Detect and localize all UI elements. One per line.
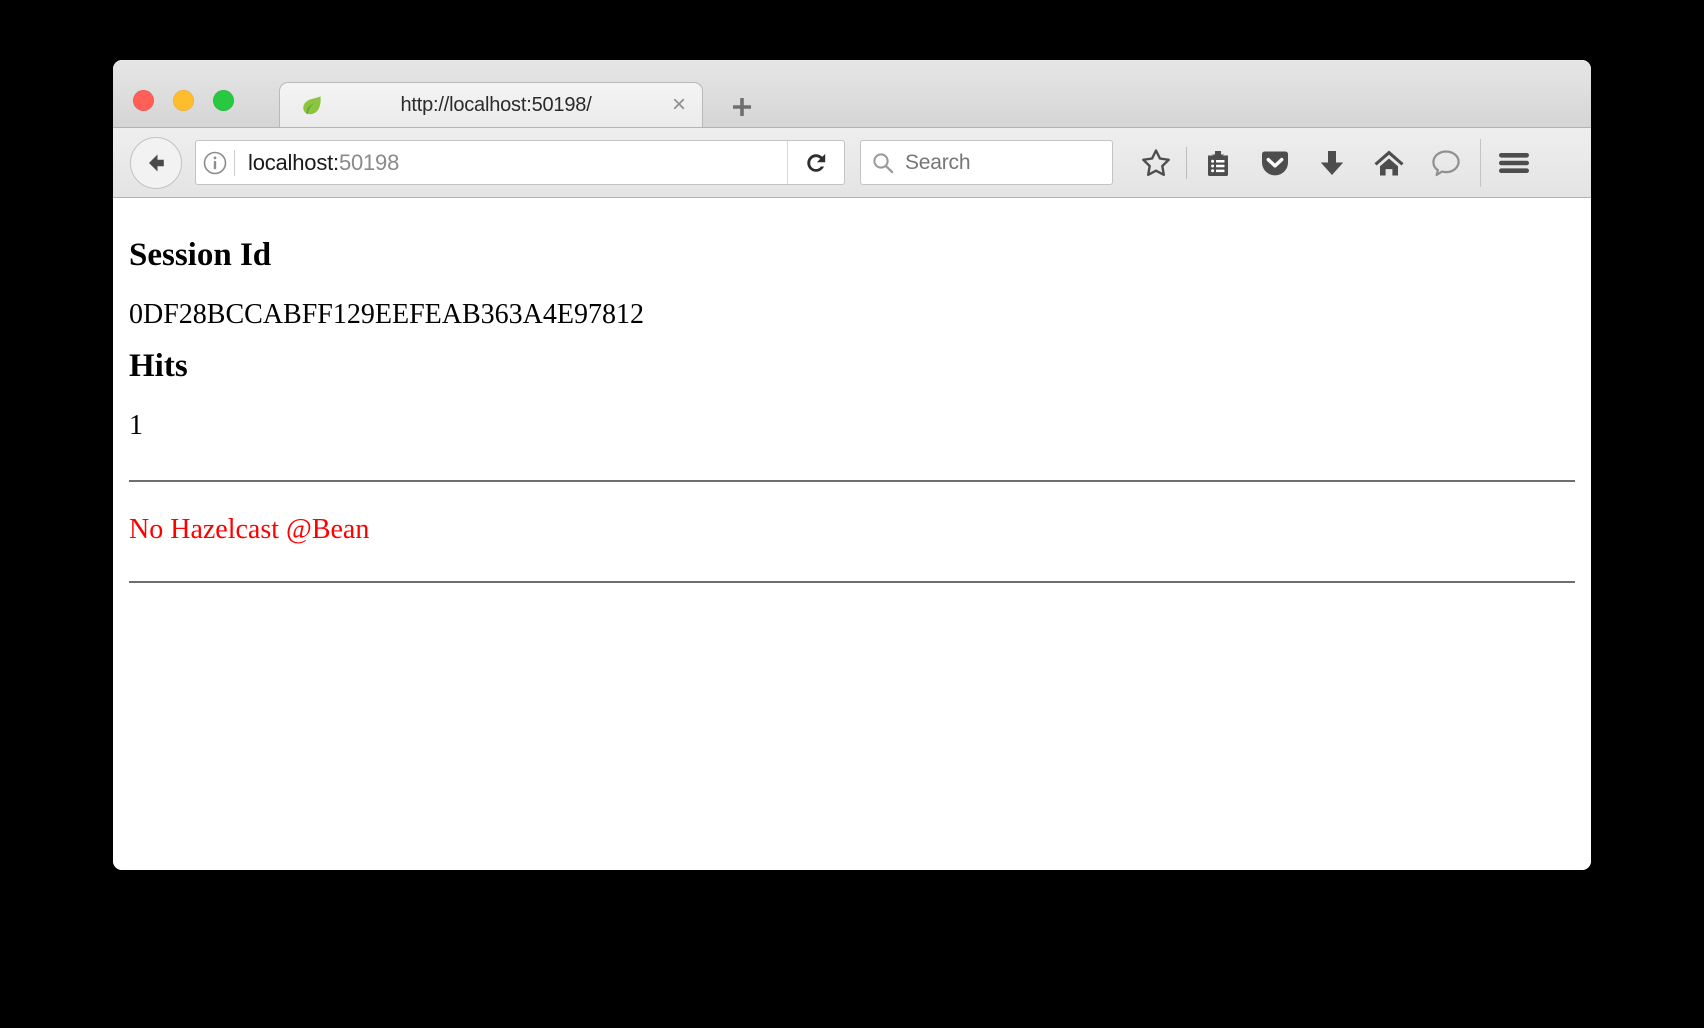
url-host: localhost:: [248, 149, 339, 175]
tab-title: http://localhost:50198/: [400, 93, 592, 116]
reload-button[interactable]: [787, 141, 844, 184]
page-content: Session Id 0DF28BCCABFF129EEFEAB363A4E97…: [113, 198, 1591, 870]
navigation-toolbar: localhost:50198 Search: [113, 128, 1591, 198]
new-tab-button[interactable]: [727, 92, 757, 122]
divider-lower: [129, 581, 1575, 583]
sync-chat-icon[interactable]: [1417, 137, 1474, 189]
reading-list-icon[interactable]: [1189, 137, 1246, 189]
search-input[interactable]: Search: [905, 151, 971, 175]
session-id-value: 0DF28BCCABFF129EEFEAB363A4E97812: [129, 299, 644, 330]
url-port: 50198: [338, 149, 400, 175]
toolbar-divider: [1186, 146, 1187, 179]
pocket-icon[interactable]: [1246, 137, 1303, 189]
toolbar-icon-group: [1127, 137, 1542, 189]
home-icon[interactable]: [1360, 137, 1417, 189]
info-circle-icon[interactable]: [196, 150, 234, 176]
tab-close-icon[interactable]: ×: [666, 92, 692, 118]
hamburger-menu-icon[interactable]: [1485, 137, 1542, 189]
window-zoom-button[interactable]: [213, 90, 234, 111]
back-button[interactable]: [130, 136, 182, 189]
session-id-heading: Session Id: [129, 237, 272, 273]
browser-tab[interactable]: http://localhost:50198/ ×: [279, 82, 703, 127]
spring-leaf-icon: [300, 93, 324, 117]
hits-value: 1: [129, 410, 143, 441]
window-close-button[interactable]: [133, 90, 154, 111]
window-minimize-button[interactable]: [173, 90, 194, 111]
toolbar-menu-divider: [1480, 138, 1481, 187]
browser-window: http://localhost:50198/ × localhost:5019…: [113, 60, 1591, 870]
page-body: Session Id 0DF28BCCABFF129EEFEAB363A4E97…: [129, 198, 1575, 583]
tab-strip: http://localhost:50198/ ×: [113, 60, 1591, 128]
search-icon: [861, 151, 905, 175]
window-controls: [133, 90, 234, 111]
downloads-icon[interactable]: [1303, 137, 1360, 189]
address-bar[interactable]: localhost:50198: [195, 140, 845, 185]
address-bar-url[interactable]: localhost:50198: [235, 150, 787, 176]
search-bar[interactable]: Search: [860, 140, 1113, 185]
hazelcast-error-message: No Hazelcast @Bean: [129, 514, 370, 545]
hits-heading: Hits: [129, 348, 188, 384]
bookmark-star-icon[interactable]: [1127, 137, 1184, 189]
